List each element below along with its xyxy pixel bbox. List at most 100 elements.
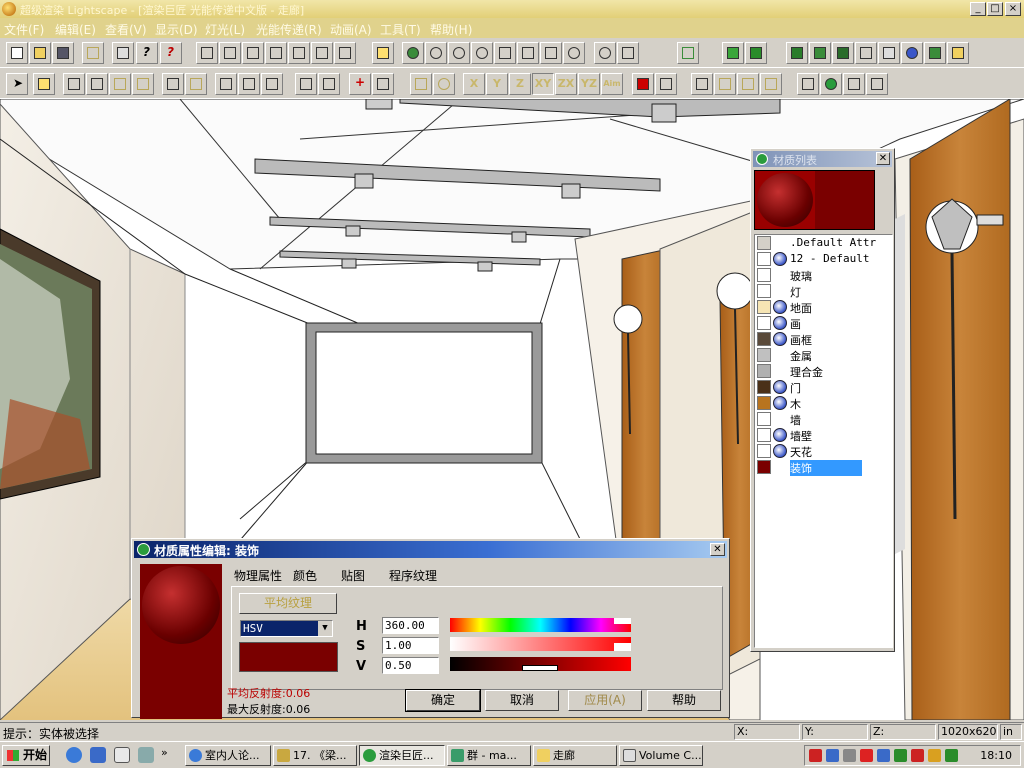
select-light-icon[interactable] (33, 73, 55, 95)
task-button-1[interactable]: 室内人论... (185, 745, 271, 766)
copy-layer-icon[interactable] (832, 42, 854, 64)
tray-icon-6[interactable] (894, 749, 907, 762)
dialog-close-button[interactable]: ✕ (710, 543, 725, 556)
roll-icon[interactable] (563, 42, 585, 64)
task-button-2[interactable]: 17. 《梁... (273, 745, 357, 766)
person-walk-icon[interactable] (691, 73, 713, 95)
s-value-field[interactable]: 1.00 (382, 637, 439, 654)
select-group-icon[interactable] (238, 73, 260, 95)
minimize-button[interactable]: _ (970, 2, 986, 16)
grid-icon[interactable] (878, 42, 900, 64)
dialog-titlebar[interactable]: 材质属性编辑: 装饰 ✕ (134, 541, 727, 558)
outlook-icon[interactable] (90, 747, 106, 763)
axis-z-button[interactable]: Z (509, 73, 531, 95)
view-cube-4-icon[interactable] (265, 42, 287, 64)
select-block-icon[interactable] (215, 73, 237, 95)
menu-file[interactable]: 文件(F) (4, 21, 44, 38)
maximize-button[interactable]: □ (987, 2, 1003, 16)
app-icon[interactable] (2, 2, 16, 16)
average-texture-button[interactable]: 平均纹理 (239, 593, 337, 614)
view-cube-5-icon[interactable] (288, 42, 310, 64)
material-panel-close-button[interactable]: ✕ (876, 152, 890, 165)
task-button-3[interactable]: 渲染巨匠... (359, 745, 445, 766)
material-item[interactable]: 装饰 (755, 459, 892, 476)
texture-icon[interactable] (924, 42, 946, 64)
zoom-region-icon[interactable] (448, 42, 470, 64)
tray-icon-8[interactable] (928, 749, 941, 762)
menu-radiosity[interactable]: 光能传递(R) (256, 21, 322, 38)
material-item[interactable]: 灯 (755, 283, 892, 299)
axis-y-button[interactable]: Y (486, 73, 508, 95)
tray-icon-k[interactable] (860, 749, 873, 762)
copy-icon[interactable] (162, 73, 184, 95)
tab-procedural[interactable]: 程序纹理 (389, 567, 437, 584)
pick-icon[interactable] (318, 73, 340, 95)
block-icon[interactable] (809, 42, 831, 64)
walk-icon[interactable] (517, 42, 539, 64)
layer-icon[interactable] (786, 42, 808, 64)
layers-icon[interactable] (797, 73, 819, 95)
close-button[interactable]: × (1005, 2, 1021, 16)
properties-icon[interactable] (947, 42, 969, 64)
desktop-icon[interactable] (114, 747, 130, 763)
menu-view[interactable]: 查看(V) (105, 21, 147, 38)
axis-zx-button[interactable]: ZX (555, 73, 577, 95)
hue-slider-thumb[interactable] (614, 618, 631, 624)
camera-rotate-icon[interactable] (425, 42, 447, 64)
view-cube-3-icon[interactable] (242, 42, 264, 64)
value-slider-thumb[interactable] (522, 665, 558, 671)
menu-edit[interactable]: 编辑(E) (55, 21, 96, 38)
measure-icon[interactable] (855, 42, 877, 64)
target-icon[interactable] (540, 42, 562, 64)
start-button[interactable]: 开始 (2, 745, 50, 766)
scale-icon[interactable] (410, 73, 432, 95)
view-cube-7-icon[interactable] (334, 42, 356, 64)
view-cube-2-icon[interactable] (219, 42, 241, 64)
transform-icon[interactable] (843, 73, 865, 95)
move-icon[interactable]: + (349, 73, 371, 95)
material-item[interactable]: 理合金 (755, 363, 892, 379)
task-button-4[interactable]: 群 - ma... (447, 745, 531, 766)
select-fence-icon[interactable] (132, 73, 154, 95)
material-item[interactable]: 门 (755, 379, 892, 395)
material-item[interactable]: 墙 (755, 411, 892, 427)
material-item[interactable]: 天花 (755, 443, 892, 459)
material-panel-titlebar[interactable]: 材质列表 ✕ (753, 151, 892, 167)
view-cube-6-icon[interactable] (311, 42, 333, 64)
save-icon[interactable] (52, 42, 74, 64)
list-icon[interactable] (295, 73, 317, 95)
help-icon[interactable]: ? (136, 42, 158, 64)
magnet-icon[interactable] (655, 73, 677, 95)
person-light-3-icon[interactable] (760, 73, 782, 95)
chevron-down-icon[interactable]: ▼ (318, 621, 332, 636)
orbit-disabled-icon[interactable] (433, 73, 455, 95)
paste-icon[interactable] (185, 73, 207, 95)
tray-icon-5[interactable] (877, 749, 890, 762)
green-refresh-icon[interactable] (820, 73, 842, 95)
tab-texture[interactable]: 贴图 (341, 567, 365, 584)
shaded-cube-icon[interactable] (745, 42, 767, 64)
material-icon[interactable] (901, 42, 923, 64)
axis-yz-button[interactable]: YZ (578, 73, 600, 95)
solid-cube-icon[interactable] (722, 42, 744, 64)
camera-orbit-icon[interactable] (402, 42, 424, 64)
volume-icon[interactable] (843, 749, 856, 762)
material-item[interactable]: 玻璃 (755, 267, 892, 283)
person-light-2-icon[interactable] (737, 73, 759, 95)
saturation-slider[interactable] (450, 637, 631, 651)
more-quicklaunch-icon[interactable]: » (161, 746, 168, 759)
view-cube-1-icon[interactable] (196, 42, 218, 64)
context-help-icon[interactable]: ? (160, 42, 182, 64)
task-button-6[interactable]: Volume C... (619, 745, 703, 766)
wireframe-cube-icon[interactable] (677, 42, 699, 64)
material-item[interactable]: 金属 (755, 347, 892, 363)
tray-icon-9[interactable] (945, 749, 958, 762)
light-icon[interactable] (372, 42, 394, 64)
ie-icon[interactable] (66, 747, 82, 763)
media-icon[interactable] (138, 747, 154, 763)
material-list[interactable]: .Default Attr 12 - Default 玻璃灯地面画画框 金属 理合金门木… (754, 234, 893, 648)
material-item[interactable]: 地面 (755, 299, 892, 315)
menu-display[interactable]: 显示(D) (155, 21, 198, 38)
select-arrow-icon[interactable]: ➤ (6, 73, 28, 95)
h-value-field[interactable]: 360.00 (382, 617, 439, 634)
